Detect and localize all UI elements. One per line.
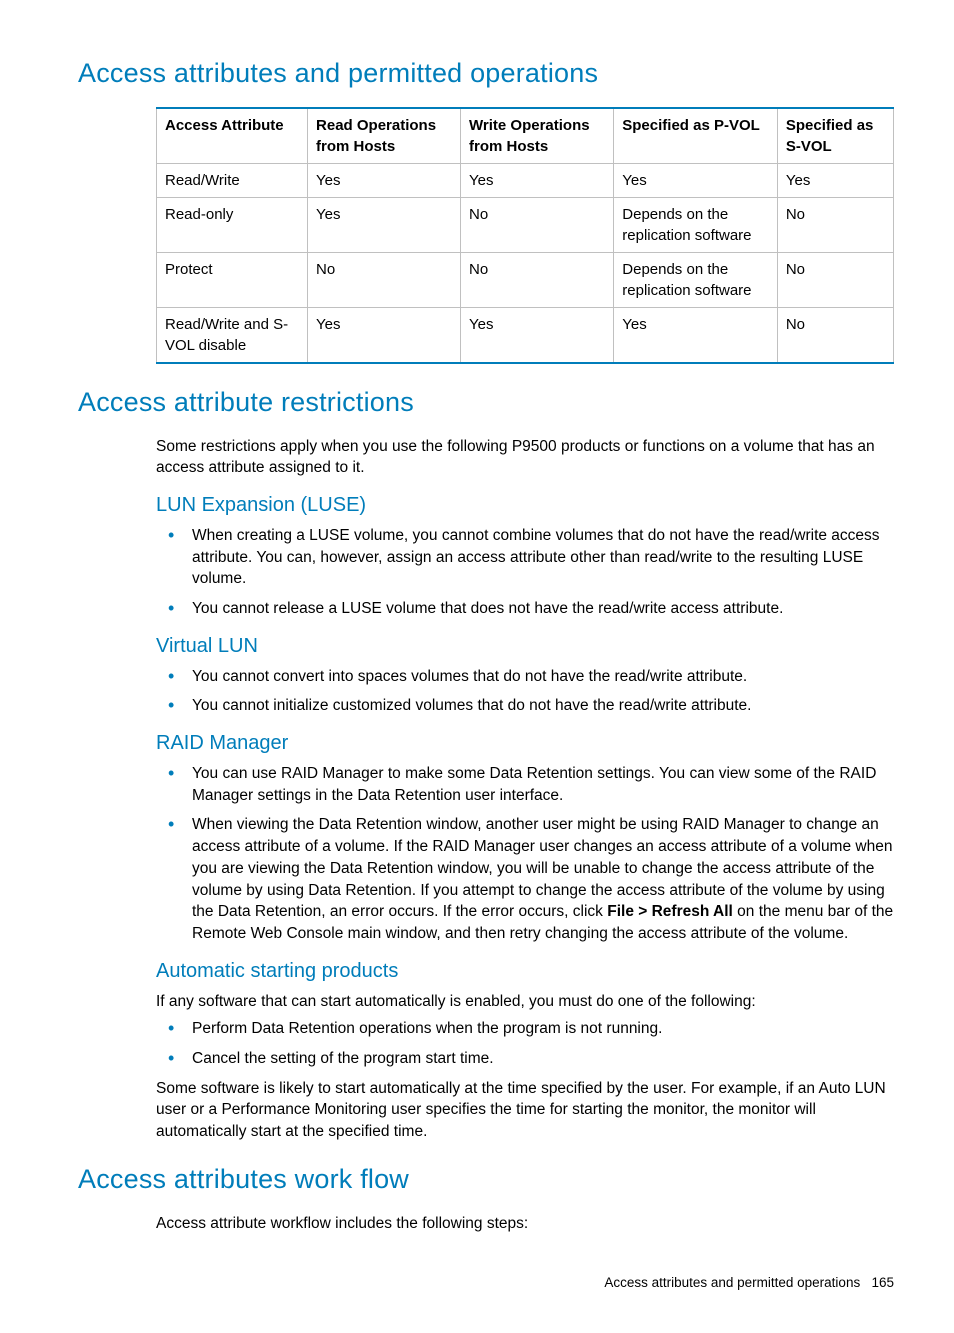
heading-luse: LUN Expansion (LUSE) — [156, 491, 894, 519]
table-cell: Yes — [614, 307, 778, 363]
heading-raid-manager: RAID Manager — [156, 729, 894, 757]
footer-text: Access attributes and permitted operatio… — [604, 1275, 860, 1290]
list-item: You can use RAID Manager to make some Da… — [186, 763, 894, 806]
heading-restrictions: Access attribute restrictions — [78, 384, 894, 422]
table-cell: Yes — [308, 163, 461, 197]
table-cell: Read/Write and S-VOL disable — [157, 307, 308, 363]
page-footer: Access attributes and permitted operatio… — [78, 1274, 894, 1293]
table-header: Access Attribute — [157, 108, 308, 164]
footer-page-number: 165 — [871, 1275, 894, 1290]
restrictions-intro: Some restrictions apply when you use the… — [156, 436, 894, 479]
table-cell: Read-only — [157, 197, 308, 252]
table-cell: No — [461, 197, 614, 252]
table-cell: Yes — [308, 197, 461, 252]
vlun-list: You cannot convert into spaces volumes t… — [156, 666, 894, 717]
table-cell: No — [777, 252, 893, 307]
luse-list: When creating a LUSE volume, you cannot … — [156, 525, 894, 620]
table-cell: Yes — [777, 163, 893, 197]
heading-workflow: Access attributes work flow — [78, 1161, 894, 1199]
table-header: Write Operations from Hosts — [461, 108, 614, 164]
table-row: Protect No No Depends on the replication… — [157, 252, 894, 307]
heading-automatic-starting: Automatic starting products — [156, 957, 894, 985]
raid-list: You can use RAID Manager to make some Da… — [156, 763, 894, 945]
list-item: You cannot convert into spaces volumes t… — [186, 666, 894, 688]
list-item: Cancel the setting of the program start … — [186, 1048, 894, 1070]
table-header: Specified as S-VOL — [777, 108, 893, 164]
table-cell: Yes — [308, 307, 461, 363]
table-row: Read/Write and S-VOL disable Yes Yes Yes… — [157, 307, 894, 363]
table-row: Read/Write Yes Yes Yes Yes — [157, 163, 894, 197]
table-row: Read-only Yes No Depends on the replicat… — [157, 197, 894, 252]
table-cell: Read/Write — [157, 163, 308, 197]
table-cell: No — [777, 197, 893, 252]
list-item: When viewing the Data Retention window, … — [186, 814, 894, 944]
heading-virtual-lun: Virtual LUN — [156, 632, 894, 660]
list-item: When creating a LUSE volume, you cannot … — [186, 525, 894, 590]
table-cell: Yes — [461, 163, 614, 197]
table-header-row: Access Attribute Read Operations from Ho… — [157, 108, 894, 164]
auto-intro: If any software that can start automatic… — [156, 991, 894, 1013]
table-cell: No — [461, 252, 614, 307]
table-cell: Protect — [157, 252, 308, 307]
table-cell: Depends on the replication software — [614, 197, 778, 252]
table-header: Read Operations from Hosts — [308, 108, 461, 164]
auto-outro: Some software is likely to start automat… — [156, 1078, 894, 1143]
table-cell: No — [308, 252, 461, 307]
auto-list: Perform Data Retention operations when t… — [156, 1018, 894, 1069]
table-cell: No — [777, 307, 893, 363]
table-cell: Yes — [614, 163, 778, 197]
access-attributes-table: Access Attribute Read Operations from Ho… — [156, 107, 894, 364]
raid-text-bold: File > Refresh All — [607, 903, 733, 920]
heading-permitted-operations: Access attributes and permitted operatio… — [78, 55, 894, 93]
workflow-intro: Access attribute workflow includes the f… — [156, 1213, 894, 1235]
table-cell: Depends on the replication software — [614, 252, 778, 307]
list-item: Perform Data Retention operations when t… — [186, 1018, 894, 1040]
table-cell: Yes — [461, 307, 614, 363]
table-header: Specified as P-VOL — [614, 108, 778, 164]
list-item: You cannot release a LUSE volume that do… — [186, 598, 894, 620]
list-item: You cannot initialize customized volumes… — [186, 695, 894, 717]
